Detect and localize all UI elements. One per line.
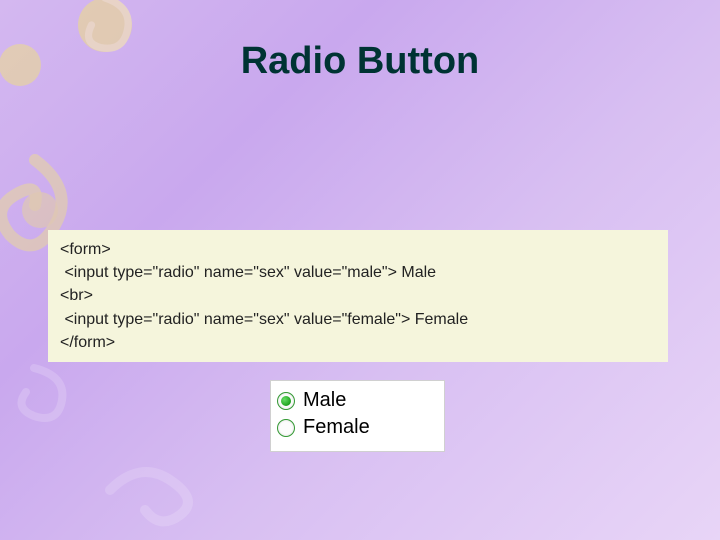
radio-label: Female: [303, 414, 370, 441]
code-line: <input type="radio" name="sex" value="ma…: [60, 261, 656, 284]
radio-row-male: Male: [277, 387, 438, 414]
radio-input-female[interactable]: [277, 419, 295, 437]
radio-demo-output: Male Female: [270, 380, 445, 452]
slide-title: Radio Button: [0, 40, 720, 83]
radio-input-male[interactable]: [277, 392, 295, 410]
radio-row-female: Female: [277, 414, 438, 441]
radio-label: Male: [303, 387, 346, 414]
code-line: </form>: [60, 331, 656, 354]
decorative-swirl: [10, 350, 90, 450]
code-example-box: <form> <input type="radio" name="sex" va…: [48, 230, 668, 362]
code-line: <br>: [60, 284, 656, 307]
code-line: <form>: [60, 238, 656, 261]
code-line: <input type="radio" name="sex" value="fe…: [60, 308, 656, 331]
decorative-swirl: [100, 450, 220, 530]
